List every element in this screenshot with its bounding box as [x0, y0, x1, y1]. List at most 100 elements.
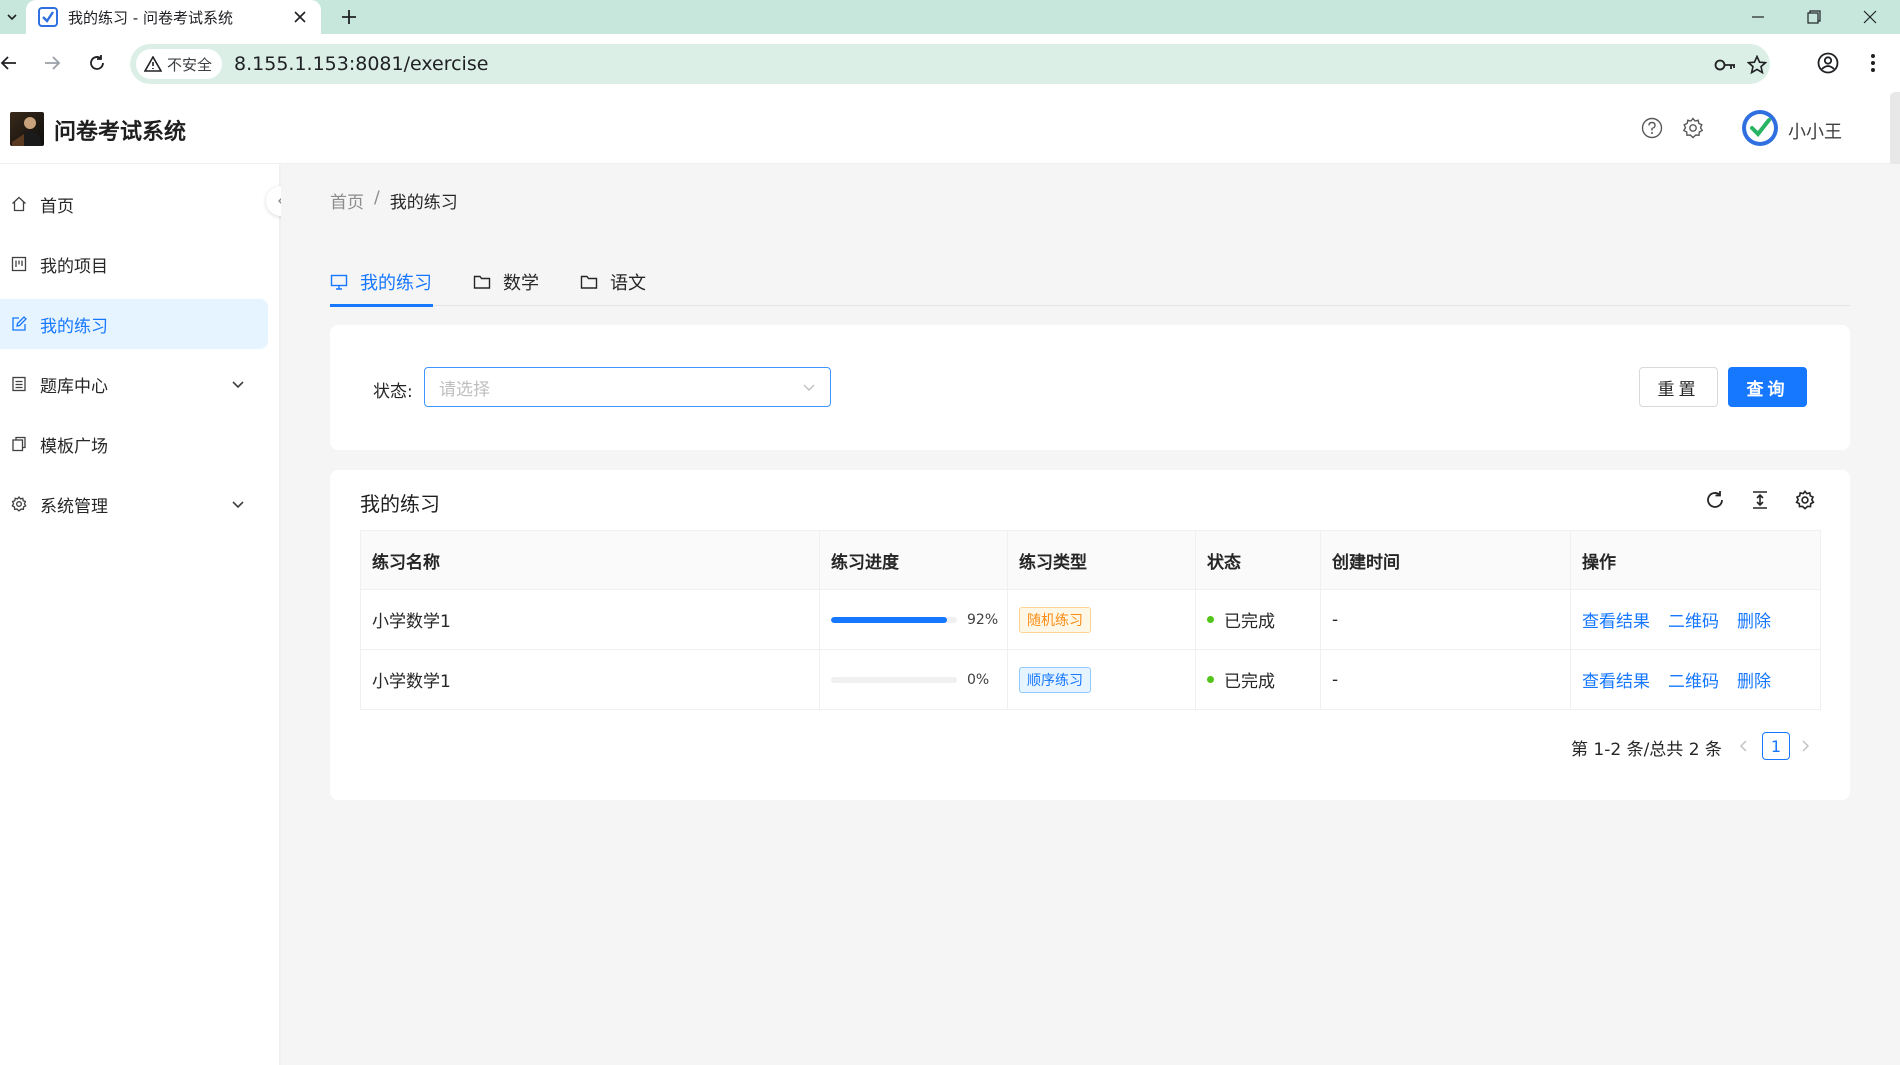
- next-page-icon[interactable]: [1795, 736, 1815, 756]
- sidebar-item-label: 我的练习: [40, 316, 108, 337]
- pagination-total: 第 1-2 条/总共 2 条: [1571, 740, 1722, 760]
- copy-icon: [10, 435, 28, 453]
- tab-bar: 我的练习 数学 语文: [330, 256, 1850, 307]
- status-cell: 已完成: [1195, 649, 1321, 710]
- security-label: 不安全: [167, 55, 213, 74]
- warning-triangle-icon: [144, 56, 162, 72]
- desktop-icon: [330, 273, 348, 291]
- sidebar-item-system[interactable]: 系统管理: [0, 479, 268, 529]
- username[interactable]: 小小王: [1788, 118, 1842, 144]
- settings-gear-icon[interactable]: [1681, 116, 1705, 140]
- user-avatar[interactable]: [1742, 110, 1778, 146]
- progress-track: [831, 676, 957, 683]
- status-select[interactable]: 请选择: [424, 367, 831, 407]
- browser-menu-icon[interactable]: [1858, 48, 1888, 78]
- favicon-check-icon: [38, 7, 58, 27]
- tab-search-chevron-icon[interactable]: [0, 0, 24, 34]
- status-text: 已完成: [1224, 612, 1275, 632]
- status-cell: 已完成: [1195, 589, 1321, 650]
- status-dot: [1207, 676, 1214, 683]
- tab-my-exercise[interactable]: 我的练习: [330, 264, 432, 300]
- window-minimize-icon[interactable]: [1730, 0, 1786, 34]
- app-title: 问卷考试系统: [54, 120, 187, 145]
- folder-icon: [580, 273, 598, 291]
- project-icon: [10, 255, 28, 273]
- back-arrow-icon[interactable]: [0, 48, 24, 78]
- browser-tab-strip: 我的练习 - 问卷考试系统: [0, 0, 1900, 34]
- edit-icon: [10, 315, 28, 333]
- bookmark-star-icon[interactable]: [1744, 52, 1770, 78]
- column-height-icon[interactable]: [1748, 488, 1772, 512]
- window-close-icon[interactable]: [1842, 0, 1898, 34]
- page-number-current[interactable]: 1: [1762, 732, 1790, 760]
- actions-cell: 查看结果 二维码 删除: [1570, 589, 1821, 650]
- sidebar-item-projects[interactable]: 我的项目: [0, 239, 268, 289]
- browser-tab[interactable]: 我的练习 - 问卷考试系统: [26, 0, 321, 34]
- created-time: -: [1320, 649, 1571, 710]
- active-tab-indicator: [330, 304, 433, 307]
- sidebar-item-question-bank[interactable]: 题库中心: [0, 359, 268, 409]
- view-result-link[interactable]: 查看结果: [1582, 612, 1650, 632]
- progress-fill: [831, 616, 947, 623]
- breadcrumb: 首页 / 我的练习: [330, 188, 458, 213]
- progress-track: [831, 616, 957, 623]
- tab-chinese[interactable]: 语文: [580, 264, 646, 300]
- tab-label: 数学: [503, 273, 539, 294]
- exercise-name: 小学数学1: [360, 589, 820, 650]
- qrcode-link[interactable]: 二维码: [1668, 672, 1719, 692]
- query-button[interactable]: 查询: [1728, 367, 1807, 407]
- reset-button[interactable]: 重置: [1639, 367, 1718, 407]
- sidebar-item-label: 系统管理: [40, 496, 108, 517]
- sidebar-item-home[interactable]: 首页: [0, 179, 268, 229]
- actions-cell: 查看结果 二维码 删除: [1570, 649, 1821, 710]
- exercise-name: 小学数学1: [360, 649, 820, 710]
- sidebar-item-templates[interactable]: 模板广场: [0, 419, 268, 469]
- status-text: 已完成: [1224, 672, 1275, 692]
- progress-cell: 92%: [819, 589, 1008, 650]
- column-header: 练习名称: [360, 530, 820, 590]
- prev-page-icon[interactable]: [1734, 736, 1754, 756]
- tab-label: 我的练习: [360, 273, 432, 294]
- progress-cell: 0%: [819, 649, 1008, 710]
- tab-close-icon[interactable]: [291, 8, 309, 26]
- status-filter-label: 状态:: [373, 382, 413, 402]
- reload-icon[interactable]: [82, 48, 112, 78]
- app-header: 问卷考试系统 小小王: [0, 92, 1900, 164]
- security-chip[interactable]: 不安全: [136, 49, 223, 79]
- password-key-icon[interactable]: [1712, 52, 1738, 78]
- sidebar: 首页 我的项目 我的练习 题库中心 模板广场 系统管理: [0, 164, 280, 1065]
- progress-percent: 92%: [967, 611, 999, 628]
- browser-toolbar: 不安全 8.155.1.153:8081/exercise: [0, 34, 1900, 92]
- app-logo: [10, 112, 44, 146]
- column-header: 练习进度: [819, 530, 1008, 590]
- sidebar-item-exercise[interactable]: 我的练习: [0, 299, 268, 349]
- address-bar[interactable]: 不安全 8.155.1.153:8081/exercise: [130, 44, 1770, 84]
- chevron-down-icon: [230, 376, 246, 392]
- help-icon[interactable]: [1640, 116, 1664, 140]
- chevron-down-icon: [803, 384, 815, 391]
- delete-link[interactable]: 删除: [1737, 612, 1771, 632]
- type-cell: 顺序练习: [1007, 649, 1196, 710]
- column-header: 操作: [1570, 530, 1821, 590]
- new-tab-plus-icon[interactable]: [334, 0, 364, 34]
- qrcode-link[interactable]: 二维码: [1668, 612, 1719, 632]
- progress-bar: 0%: [831, 672, 1007, 688]
- breadcrumb-separator: /: [374, 188, 380, 208]
- refresh-icon[interactable]: [1703, 488, 1727, 512]
- sidebar-item-label: 题库中心: [40, 376, 108, 397]
- delete-link[interactable]: 删除: [1737, 672, 1771, 692]
- sidebar-item-label: 首页: [40, 196, 74, 217]
- forward-arrow-icon[interactable]: [37, 48, 67, 78]
- column-header: 创建时间: [1320, 530, 1571, 590]
- view-result-link[interactable]: 查看结果: [1582, 672, 1650, 692]
- table-row: 小学数学1 0% 顺序练习 已完成 - 查看结果 二维码 删除: [360, 649, 1821, 710]
- tab-math[interactable]: 数学: [473, 264, 539, 300]
- gear-icon: [10, 495, 28, 513]
- profile-icon[interactable]: [1813, 48, 1843, 78]
- url-text[interactable]: 8.155.1.153:8081/exercise: [234, 53, 488, 75]
- created-time: -: [1320, 589, 1571, 650]
- column-header: 状态: [1195, 530, 1321, 590]
- breadcrumb-home[interactable]: 首页: [330, 188, 364, 213]
- table-settings-icon[interactable]: [1793, 488, 1817, 512]
- window-restore-icon[interactable]: [1786, 0, 1842, 34]
